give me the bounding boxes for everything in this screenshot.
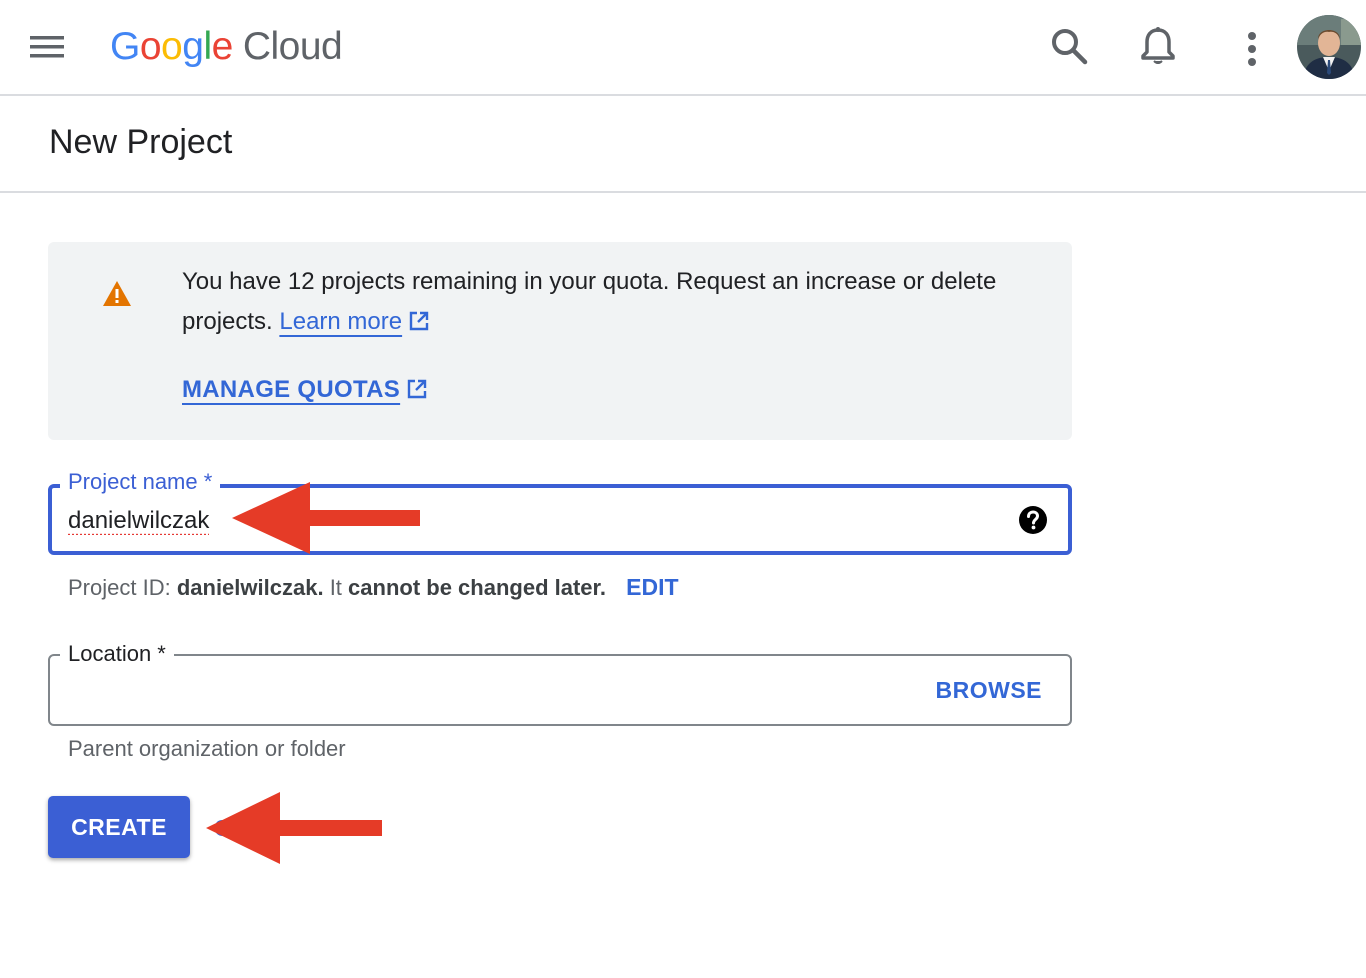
project-id-prefix: Project ID: xyxy=(68,575,171,600)
logo-letter: G xyxy=(110,25,140,68)
project-name-input[interactable] xyxy=(68,504,968,538)
logo-letter: o xyxy=(161,25,183,68)
create-button[interactable]: CREATE xyxy=(48,796,190,858)
logo-letter: g xyxy=(182,25,204,68)
bell-icon[interactable] xyxy=(1130,18,1186,74)
manage-quotas-link[interactable]: MANAGE QUOTAS xyxy=(182,374,428,406)
avatar[interactable] xyxy=(1297,15,1361,79)
browse-button[interactable]: BROWSE xyxy=(936,674,1043,706)
menu-icon[interactable] xyxy=(26,26,70,66)
more-vert-icon[interactable] xyxy=(1218,18,1274,74)
manage-quotas-label: MANAGE QUOTAS xyxy=(182,376,401,403)
google-cloud-logo[interactable]: Google Cloud xyxy=(110,22,343,72)
quota-notice: You have 12 projects remaining in your q… xyxy=(48,242,1072,440)
external-link-icon[interactable] xyxy=(408,310,430,332)
logo-letter: l xyxy=(203,25,212,68)
learn-more-link[interactable]: Learn more xyxy=(279,308,402,335)
project-id-value: danielwilczak. xyxy=(176,575,324,600)
project-id-middle: It xyxy=(329,575,342,600)
location-field[interactable]: Location * BROWSE xyxy=(48,640,1072,726)
quota-message: You have 12 projects remaining in your q… xyxy=(182,262,1042,342)
page-title: New Project xyxy=(49,123,233,161)
help-circle-icon[interactable] xyxy=(1018,505,1048,535)
logo-cloud-text: Cloud xyxy=(242,25,343,68)
edit-project-id-button[interactable]: EDIT xyxy=(626,574,678,600)
cancel-button[interactable]: CANCEL xyxy=(214,808,313,848)
search-icon[interactable] xyxy=(1041,18,1097,74)
warning-icon xyxy=(103,281,131,306)
project-name-field[interactable]: Project name * xyxy=(48,468,1072,555)
page-header: New Project xyxy=(0,96,1366,193)
top-app-bar: Google Cloud xyxy=(0,0,1366,96)
logo-letter: e xyxy=(211,25,234,68)
location-label: Location * xyxy=(60,640,174,668)
location-hint: Parent organization or folder xyxy=(68,736,346,761)
external-link-icon xyxy=(407,379,427,399)
project-id-suffix: cannot be changed later. xyxy=(348,575,606,600)
logo-letter: o xyxy=(139,25,162,68)
project-id-line: Project ID: danielwilczak. It cannot be … xyxy=(68,572,679,603)
project-name-label: Project name * xyxy=(60,468,221,496)
